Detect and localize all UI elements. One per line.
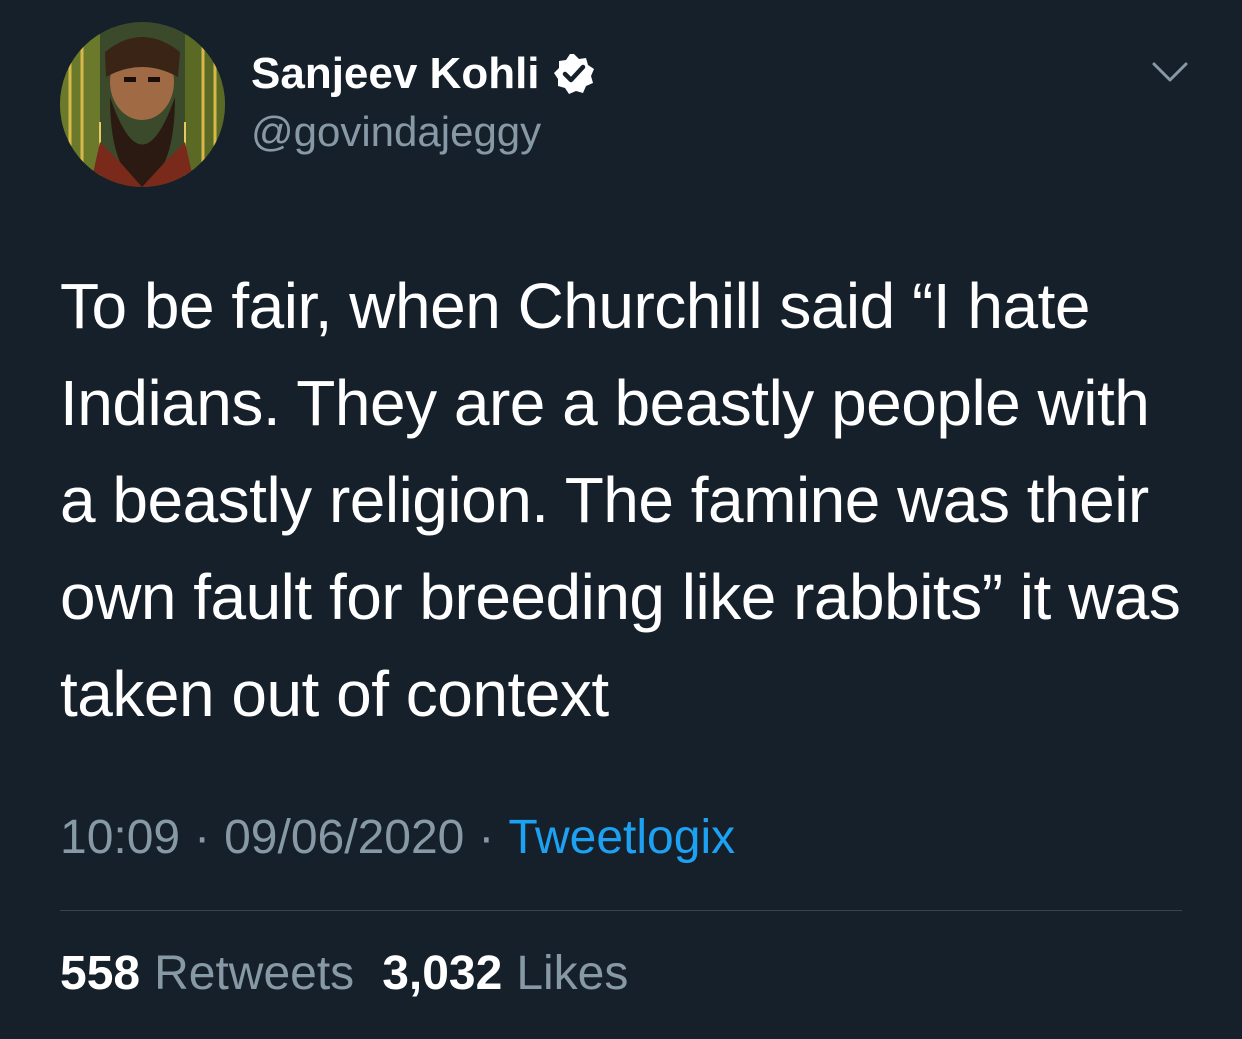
tweet-time[interactable]: 10:09 bbox=[60, 810, 180, 865]
chevron-down-icon[interactable] bbox=[1150, 58, 1190, 88]
retweets-count[interactable]: 558 bbox=[60, 946, 140, 1001]
divider bbox=[60, 910, 1182, 911]
tweet-date[interactable]: 09/06/2020 bbox=[224, 810, 464, 865]
likes-label[interactable]: Likes bbox=[516, 946, 628, 1001]
tweet-meta: 10:09 · 09/06/2020 · Tweetlogix bbox=[60, 810, 735, 865]
meta-separator: · bbox=[194, 811, 211, 864]
user-handle[interactable]: @govindajeggy bbox=[251, 108, 541, 156]
retweets-label[interactable]: Retweets bbox=[154, 946, 354, 1001]
tweet-client-link[interactable]: Tweetlogix bbox=[508, 810, 735, 865]
display-name[interactable]: Sanjeev Kohli bbox=[251, 49, 540, 99]
verified-badge-icon bbox=[552, 52, 596, 96]
likes-count[interactable]: 3,032 bbox=[382, 946, 502, 1001]
meta-separator: · bbox=[478, 811, 495, 864]
tweet-text: To be fair, when Churchill said “I hate … bbox=[60, 270, 1181, 730]
avatar-image bbox=[60, 22, 225, 187]
tweet-stats: 558 Retweets 3,032 Likes bbox=[60, 946, 628, 1001]
author-name-row[interactable]: Sanjeev Kohli bbox=[251, 46, 596, 102]
avatar[interactable] bbox=[60, 22, 225, 187]
